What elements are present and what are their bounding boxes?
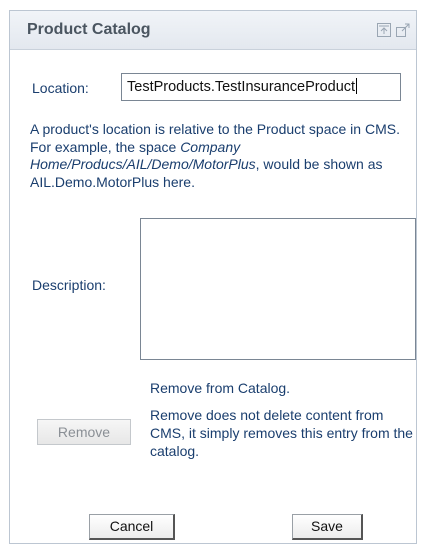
product-catalog-panel: Product Catalog Location: TestProducts.T… [9, 10, 417, 544]
remove-note: Remove does not delete content from CMS,… [150, 407, 413, 459]
remove-title: Remove from Catalog. [150, 380, 291, 396]
remove-button[interactable]: Remove [37, 419, 131, 445]
location-input[interactable]: TestProducts.TestInsuranceProduct [121, 73, 401, 101]
location-label: Location: [32, 80, 89, 96]
panel-title: Product Catalog [27, 21, 151, 38]
maximize-icon[interactable] [396, 23, 410, 37]
save-button[interactable]: Save [292, 514, 363, 540]
panel-titlebar: Product Catalog [10, 11, 416, 50]
description-label: Description: [32, 277, 106, 293]
location-help-text: A product's location is relative to the … [30, 121, 400, 190]
description-textarea[interactable] [140, 218, 416, 360]
dock-icon[interactable] [377, 23, 391, 37]
cancel-button[interactable]: Cancel [89, 514, 175, 540]
location-input-value: TestProducts.TestInsuranceProduct [127, 79, 356, 95]
text-caret [356, 78, 358, 94]
